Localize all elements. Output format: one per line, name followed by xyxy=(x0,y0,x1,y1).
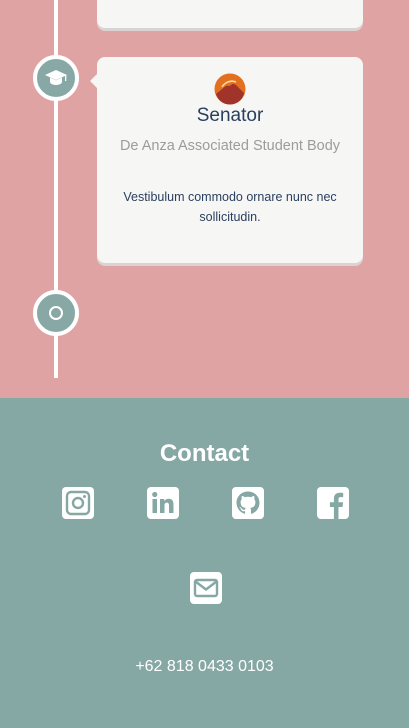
linkedin-icon xyxy=(147,487,179,519)
instagram-link[interactable] xyxy=(62,487,94,519)
facebook-icon xyxy=(317,487,349,519)
card-pointer xyxy=(90,73,98,89)
contact-title: Contact xyxy=(159,440,250,467)
card-organization: De Anza Associated Student Body xyxy=(119,138,341,154)
organization-logo xyxy=(214,73,246,105)
contact-section: Contact +62 818 0433 0103 xyxy=(0,398,409,728)
email-icon xyxy=(190,572,222,604)
card-description: Vestibulum commodo ornare nunc nec solli… xyxy=(123,190,337,224)
facebook-link[interactable] xyxy=(317,487,349,519)
graduation-cap-icon xyxy=(45,70,67,85)
github-icon xyxy=(232,487,264,519)
github-link[interactable] xyxy=(232,487,264,519)
card-title: Senator xyxy=(196,105,264,126)
timeline-card-previous xyxy=(97,0,363,28)
linkedin-link[interactable] xyxy=(147,487,179,519)
instagram-icon xyxy=(62,487,94,519)
timeline-node-education xyxy=(33,55,79,101)
circle-icon xyxy=(49,306,63,320)
timeline-section: Senator De Anza Associated Student Body … xyxy=(0,0,409,398)
phone-number: +62 818 0433 0103 xyxy=(135,658,274,675)
timeline-card: Senator De Anza Associated Student Body … xyxy=(90,57,363,263)
timeline-node-end xyxy=(33,290,79,336)
email-link[interactable] xyxy=(190,572,222,604)
